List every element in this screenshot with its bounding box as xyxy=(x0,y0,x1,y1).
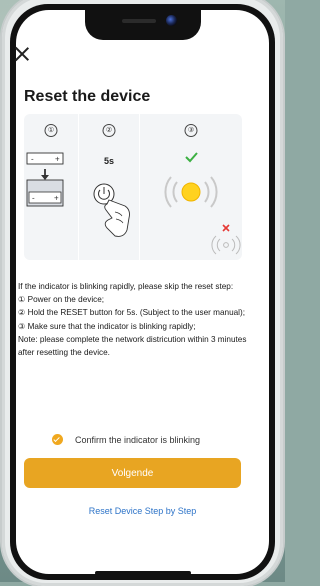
signal-icon xyxy=(223,242,229,248)
instruction-line: ② Hold the RESET button for 5s. (Subject… xyxy=(18,308,245,318)
step-3-panel: ③ xyxy=(140,114,242,260)
close-icon[interactable] xyxy=(14,46,30,62)
step-2-panel: ② 5s xyxy=(78,114,140,260)
device-outlet-icon: - + - + xyxy=(26,152,64,207)
instruction-line: If the indicator is blinking rapidly, pl… xyxy=(18,282,234,291)
checkmark-icon[interactable] xyxy=(52,434,63,445)
instruction-line: ① Power on the device; xyxy=(18,295,105,305)
notch xyxy=(84,10,201,40)
svg-text:-: - xyxy=(32,194,35,203)
next-button[interactable]: Volgende xyxy=(24,458,241,488)
confirm-label: Confirm the indicator is blinking xyxy=(75,434,201,445)
svg-text:+: + xyxy=(55,155,60,164)
reset-step-by-step-link[interactable]: Reset Device Step by Step xyxy=(0,506,285,516)
x-icon xyxy=(222,224,230,232)
confirm-row[interactable]: Confirm the indicator is blinking xyxy=(52,434,200,445)
reset-illustration: ① - + - + ② 5s ③ xyxy=(24,114,242,260)
page-title: Reset the device xyxy=(24,88,151,105)
instructions: If the indicator is blinking rapidly, pl… xyxy=(18,280,248,359)
speaker xyxy=(121,19,156,23)
instruction-line: ③ Make sure that the indicator is blinki… xyxy=(18,321,196,331)
instruction-line: Note: please complete the network distri… xyxy=(18,334,247,358)
camera xyxy=(165,15,177,26)
step-1-panel: ① - + - + xyxy=(24,114,78,260)
power-button-icon xyxy=(93,183,130,237)
home-indicator xyxy=(94,571,191,575)
check-icon xyxy=(185,152,198,163)
svg-text:-: - xyxy=(31,155,34,164)
svg-text:+: + xyxy=(54,194,59,203)
blinking-light-icon xyxy=(164,152,241,255)
